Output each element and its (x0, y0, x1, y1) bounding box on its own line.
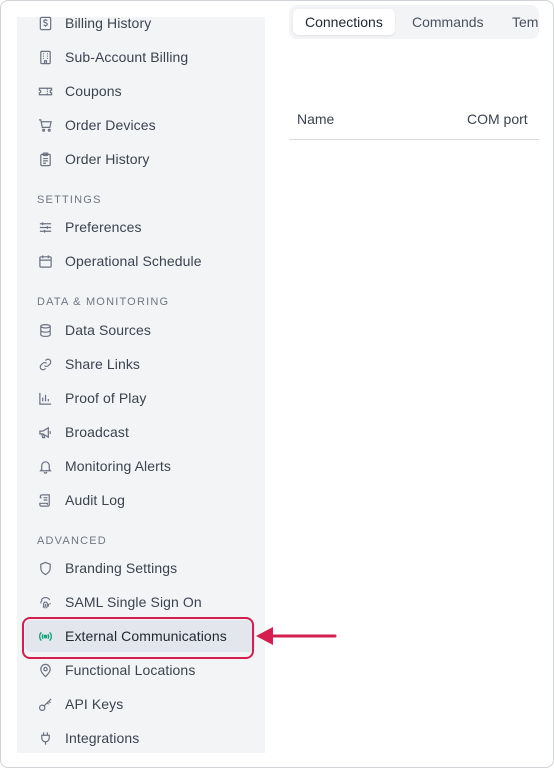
bell-icon (37, 458, 53, 474)
clipboard-icon (37, 151, 53, 167)
sliders-icon (37, 219, 53, 235)
sidebar-item-audit-log[interactable]: Audit Log (25, 484, 255, 516)
sidebar-item-saml-single-sign-on[interactable]: SAML Single Sign On (25, 586, 255, 618)
sidebar-item-proof-of-play[interactable]: Proof of Play (25, 382, 255, 414)
tab-templates[interactable]: Tem (512, 9, 538, 35)
sidebar-item-label: Branding Settings (65, 560, 178, 576)
sidebar-item-label: Proof of Play (65, 390, 147, 406)
map-pin-icon (37, 662, 53, 678)
sidebar-item-label: Share Links (65, 356, 141, 372)
sidebar-item-monitoring-alerts[interactable]: Monitoring Alerts (25, 450, 255, 482)
cart-icon (37, 117, 53, 133)
section-title-data-monitoring: DATA & MONITORING (37, 296, 170, 308)
column-header-com-port[interactable]: COM port (467, 111, 528, 127)
sidebar-item-billing-history[interactable]: Billing History (25, 7, 255, 39)
sidebar-item-label: Preferences (65, 219, 142, 235)
section-title-settings: SETTINGS (37, 194, 102, 206)
sidebar-item-label: Order History (65, 151, 150, 167)
sidebar-item-coupons[interactable]: Coupons (25, 75, 255, 107)
scroll-icon (37, 492, 53, 508)
annotation-arrow-icon (256, 627, 337, 645)
tab-commands[interactable]: Commands (412, 9, 484, 35)
fingerprint-icon (37, 594, 53, 610)
sidebar-item-label: Audit Log (65, 492, 126, 508)
bar-chart-icon (37, 390, 53, 406)
sidebar-item-share-links[interactable]: Share Links (25, 348, 255, 380)
tab-bar: Connections Commands Tem (289, 5, 539, 39)
sidebar-item-label: Coupons (65, 83, 122, 99)
calendar-icon (37, 253, 53, 269)
sidebar-item-broadcast[interactable]: Broadcast (25, 416, 255, 448)
sidebar-item-order-devices[interactable]: Order Devices (25, 109, 255, 141)
shield-icon (37, 560, 53, 576)
ticket-icon (37, 83, 53, 99)
sidebar-item-label: Data Sources (65, 322, 152, 338)
sidebar-item-label: Billing History (65, 15, 152, 31)
dollar-icon (37, 15, 53, 31)
sidebar-item-sub-account-billing[interactable]: Sub-Account Billing (25, 41, 255, 73)
sidebar-item-order-history[interactable]: Order History (25, 143, 255, 175)
sidebar-item-label: SAML Single Sign On (65, 594, 202, 610)
sidebar-item-label: Order Devices (65, 117, 156, 133)
sidebar-item-label: Sub-Account Billing (65, 49, 189, 65)
sidebar-item-label: Functional Locations (65, 662, 196, 678)
section-title-advanced: ADVANCED (37, 535, 107, 547)
window-frame: Billing History Sub-Account Billing Coup… (0, 0, 554, 768)
column-header-name[interactable]: Name (297, 111, 334, 127)
sidebar-item-label: Broadcast (65, 424, 129, 440)
annotation-highlight-box (22, 617, 254, 659)
sidebar-item-label: API Keys (65, 696, 124, 712)
building-icon (37, 49, 53, 65)
sidebar-item-data-sources[interactable]: Data Sources (25, 314, 255, 346)
tab-connections[interactable]: Connections (293, 9, 395, 35)
key-icon (37, 696, 53, 712)
plug-icon (37, 730, 53, 746)
sidebar-item-operational-schedule[interactable]: Operational Schedule (25, 245, 255, 277)
table-header: Name COM port (289, 101, 539, 140)
sidebar-item-label: Monitoring Alerts (65, 458, 171, 474)
sidebar-item-label: Integrations (65, 730, 140, 746)
sidebar-item-api-keys[interactable]: API Keys (25, 688, 255, 720)
sidebar-item-integrations[interactable]: Integrations (25, 722, 255, 754)
sidebar-item-label: Operational Schedule (65, 253, 202, 269)
database-icon (37, 322, 53, 338)
sidebar-item-branding-settings[interactable]: Branding Settings (25, 552, 255, 584)
megaphone-icon (37, 424, 53, 440)
sidebar-item-preferences[interactable]: Preferences (25, 211, 255, 243)
link-icon (37, 356, 53, 372)
